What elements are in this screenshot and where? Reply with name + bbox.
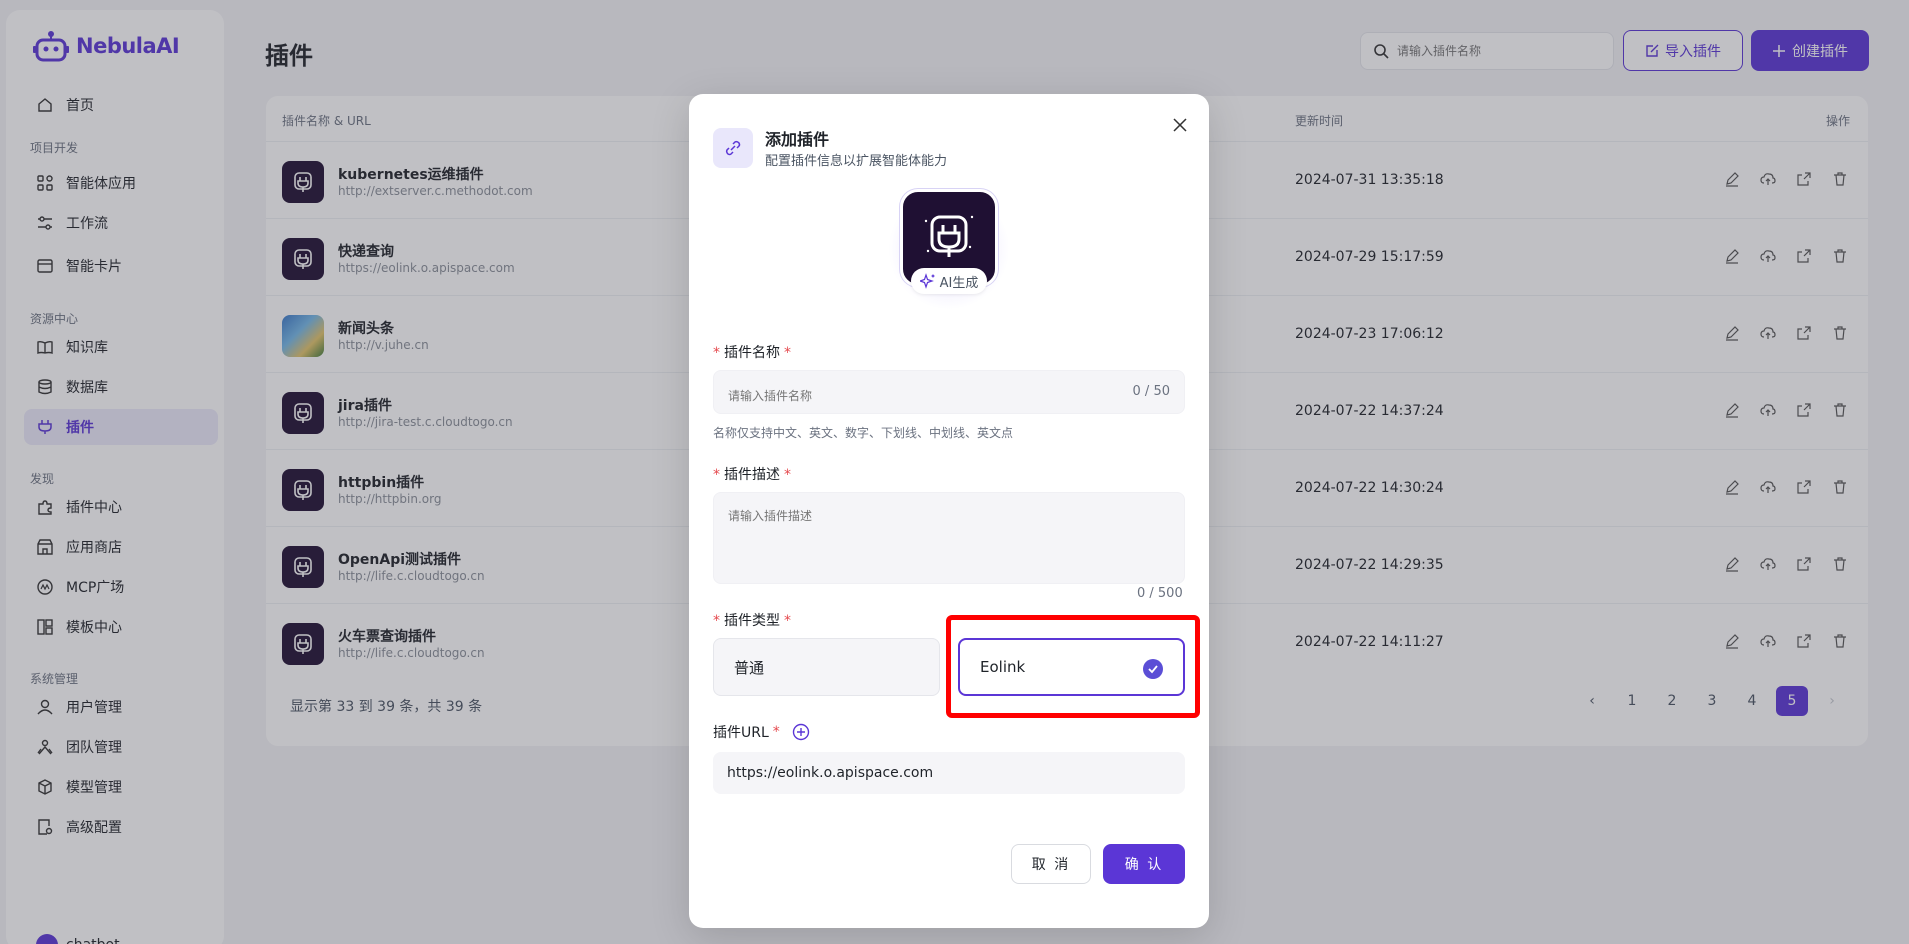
add-circle-icon[interactable]	[792, 723, 810, 741]
plug-icon	[924, 215, 974, 257]
link-icon	[713, 128, 753, 168]
confirm-button[interactable]: 确 认	[1103, 844, 1185, 884]
url-label: 插件URL *	[713, 722, 810, 742]
name-input[interactable]	[728, 389, 1108, 403]
url-input[interactable]: https://eolink.o.apispace.com	[713, 752, 1185, 794]
modal-subtitle: 配置插件信息以扩展智能体能力	[765, 154, 948, 169]
type-option-normal[interactable]: 普通	[713, 638, 940, 696]
type-option-label: 普通	[734, 658, 765, 677]
highlight-box	[946, 615, 1200, 718]
desc-label: * 插件描述 *	[713, 467, 791, 483]
sparkle-icon	[919, 273, 935, 289]
cancel-button[interactable]: 取 消	[1011, 844, 1091, 884]
desc-counter: 0 / 500	[1137, 586, 1183, 601]
name-field-box[interactable]: 0 / 50	[713, 370, 1185, 414]
desc-field-box[interactable]	[713, 492, 1185, 584]
type-label: * 插件类型 *	[713, 613, 791, 629]
ai-generate-button[interactable]: AI生成	[911, 268, 987, 294]
url-value: https://eolink.o.apispace.com	[727, 765, 934, 781]
ai-badge-label: AI生成	[939, 275, 979, 291]
modal-title: 添加插件	[765, 130, 830, 149]
name-counter: 0 / 50	[1132, 384, 1170, 399]
desc-input[interactable]	[728, 507, 1108, 567]
name-label: * 插件名称 *	[713, 345, 791, 361]
add-plugin-modal: 添加插件 配置插件信息以扩展智能体能力 AI生成 *插件名称* 0 / 50 名…	[689, 94, 1209, 928]
close-icon[interactable]	[1169, 114, 1191, 136]
name-hint: 名称仅支持中文、英文、数字、下划线、中划线、英文点	[713, 426, 1014, 440]
